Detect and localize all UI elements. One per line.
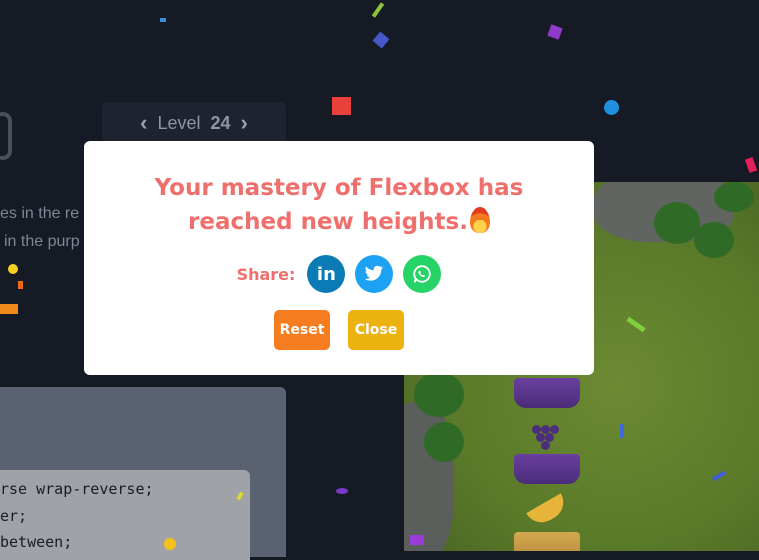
linkedin-icon: in [316, 263, 336, 285]
confetti [547, 24, 563, 40]
code-line: rse wrap-reverse; [0, 480, 154, 498]
modal-title-line2: reached new heights. [188, 209, 468, 235]
whatsapp-icon [413, 265, 432, 283]
confetti [18, 281, 23, 289]
confetti [164, 538, 176, 550]
twitter-icon [365, 265, 384, 281]
instruction-line: es in the re [0, 205, 80, 222]
level-number: 24 [210, 112, 231, 133]
modal-title: Your mastery of Flexbox has reached new … [124, 171, 554, 239]
bush [694, 222, 734, 258]
share-row: Share: in [84, 255, 594, 293]
whatsapp-share-button[interactable] [403, 255, 442, 293]
logo-fragment [0, 112, 12, 160]
confetti [8, 264, 18, 274]
close-button[interactable]: Close [348, 310, 404, 350]
reset-button[interactable]: Reset [274, 310, 330, 350]
chevron-left-icon[interactable]: ‹ [140, 110, 147, 136]
linkedin-share-button[interactable]: in [307, 255, 346, 293]
confetti [372, 31, 390, 49]
code-input-area[interactable]: rse wrap-reverse; er; between; [0, 470, 250, 560]
code-line: er; [0, 507, 28, 525]
basket-yellow [514, 532, 580, 551]
fire-icon [469, 207, 490, 233]
modal-actions: Reset Close [84, 310, 594, 350]
confetti [604, 100, 619, 115]
banana-icon [526, 493, 570, 529]
confetti [160, 18, 166, 22]
confetti [744, 157, 758, 173]
bush [414, 372, 464, 417]
level-label: Level [157, 112, 201, 133]
bush [714, 182, 754, 212]
confetti [620, 424, 624, 438]
confetti [371, 2, 385, 18]
bush [424, 422, 464, 462]
chevron-right-icon[interactable]: › [241, 110, 248, 136]
level-selector: ‹ Level 24 › [102, 102, 286, 144]
twitter-share-button[interactable] [355, 255, 394, 293]
basket-purple [514, 454, 580, 484]
confetti [410, 535, 424, 545]
share-label: Share: [236, 264, 296, 284]
confetti [332, 97, 351, 115]
basket-purple [514, 378, 580, 408]
code-line: between; [0, 533, 73, 551]
modal-title-line1: Your mastery of Flexbox has [154, 175, 524, 201]
confetti [336, 488, 348, 494]
instruction-line: in the purp [4, 233, 80, 250]
confetti [0, 304, 18, 314]
success-modal: Your mastery of Flexbox has reached new … [84, 141, 594, 375]
